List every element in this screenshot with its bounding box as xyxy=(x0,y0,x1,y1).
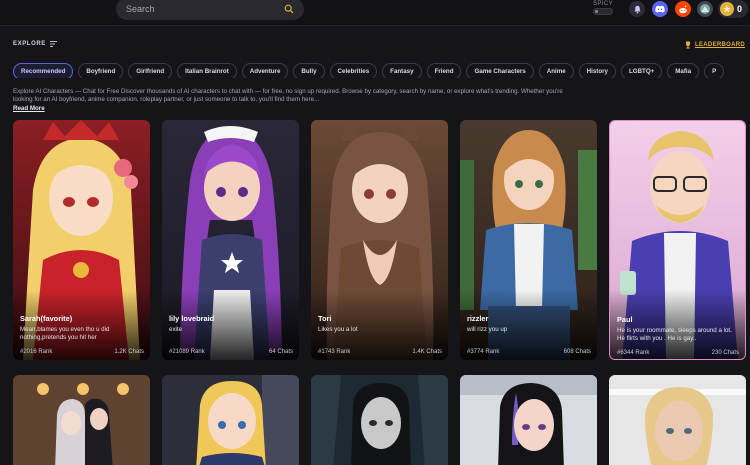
leaderboard-label: LEADERBOARD xyxy=(695,42,745,48)
character-portrait xyxy=(460,375,597,465)
category-chip[interactable]: Anime xyxy=(538,63,574,78)
coin-balance[interactable]: 0 xyxy=(718,0,748,18)
category-chip[interactable]: Girlfriend xyxy=(128,63,173,78)
card-rank: #6344 Rank xyxy=(617,350,650,356)
category-chip[interactable]: Italian Brainrot xyxy=(177,63,237,78)
character-portrait xyxy=(162,375,299,465)
card-name: lily lovebraid xyxy=(169,314,215,323)
character-portrait xyxy=(311,375,448,465)
coin-count: 0 xyxy=(737,4,743,14)
search-placeholder: Search xyxy=(126,4,155,14)
card-chats: 1.2K Chats xyxy=(114,349,144,355)
category-chip[interactable]: P xyxy=(704,63,725,78)
spicy-label: SPICY xyxy=(592,1,613,7)
character-card[interactable] xyxy=(13,375,150,465)
category-chip[interactable]: Adventure xyxy=(241,63,289,78)
character-card[interactable] xyxy=(460,375,597,465)
card-gradient xyxy=(610,289,745,359)
sort-icon[interactable] xyxy=(49,41,57,47)
card-chats: 608 Chats xyxy=(563,349,591,355)
discord-button[interactable] xyxy=(652,1,668,17)
character-card[interactable]: Tori Likes you a lot #1743 Rank 1.4K Cha… xyxy=(311,120,448,360)
character-card[interactable]: Paul He is your roommate, sleeps around … xyxy=(609,120,746,360)
card-description: exite xyxy=(169,326,183,333)
category-chips: Recommended Boyfriend Girlfriend Italian Br… xyxy=(13,60,750,78)
category-chip[interactable]: Friend xyxy=(426,63,462,78)
community-button[interactable] xyxy=(697,1,713,17)
category-chip[interactable]: Bully xyxy=(293,63,325,78)
character-card[interactable]: Sarah(favorite) Mean,blames you even tho… xyxy=(13,120,150,360)
notification-button[interactable] xyxy=(629,1,645,17)
spicy-toggle[interactable]: SPICY xyxy=(590,1,616,19)
character-portrait xyxy=(13,375,150,465)
spicy-switch[interactable] xyxy=(593,8,613,15)
category-chip[interactable]: Fantasy xyxy=(382,63,422,78)
search-icon[interactable] xyxy=(284,4,294,14)
coin-icon xyxy=(720,2,734,16)
card-description: He is your roommate, sleeps around a lot… xyxy=(617,327,732,342)
character-card[interactable]: rizzler will rizz you up #3774 Rank 608 … xyxy=(460,120,597,360)
card-name: Sarah(favorite) xyxy=(20,314,73,323)
category-chip[interactable]: Mafia xyxy=(667,63,700,78)
card-name: Tori xyxy=(318,314,332,323)
card-name: Paul xyxy=(617,315,633,324)
spicy-knob xyxy=(595,10,598,13)
notification-icon xyxy=(633,5,641,13)
category-chip[interactable]: Game Characters xyxy=(466,63,534,78)
card-description: will rizz you up xyxy=(467,326,508,333)
read-more-link[interactable]: Read More xyxy=(13,105,45,112)
discord-icon xyxy=(655,5,665,13)
category-chip[interactable]: Celebrities xyxy=(329,63,378,78)
category-chip[interactable]: Recommended xyxy=(13,63,74,78)
card-rank: #3774 Rank xyxy=(467,349,500,355)
explore-label: EXPLORE xyxy=(13,41,46,47)
card-description: Likes you a lot xyxy=(318,326,358,333)
leaderboard-link[interactable]: LEADERBOARD xyxy=(684,41,745,49)
top-bar: Search SPICY 0 xyxy=(0,0,750,26)
explore-header[interactable]: EXPLORE xyxy=(13,41,57,47)
card-description: Mean,blames you even tho u did nothing,p… xyxy=(20,326,110,341)
card-rank: #21089 Rank xyxy=(169,349,205,355)
search-input[interactable]: Search xyxy=(116,0,304,20)
character-portrait xyxy=(609,375,746,465)
card-chats: 230 Chats xyxy=(711,350,739,356)
card-name: rizzler xyxy=(467,314,489,323)
character-card[interactable] xyxy=(311,375,448,465)
reddit-icon xyxy=(679,5,687,13)
community-icon xyxy=(700,4,710,14)
character-card[interactable]: lily lovebraid exite #21089 Rank 64 Chat… xyxy=(162,120,299,360)
card-rank: #1743 Rank xyxy=(318,349,351,355)
card-chats: 64 Chats xyxy=(268,349,293,355)
card-chats: 1.4K Chats xyxy=(412,349,442,355)
character-card[interactable] xyxy=(162,375,299,465)
category-chip[interactable]: Boyfriend xyxy=(78,63,124,78)
card-rank: #2016 Rank xyxy=(20,349,53,355)
trophy-icon xyxy=(686,41,691,49)
character-card[interactable] xyxy=(609,375,746,465)
category-chip[interactable]: LGBTQ+ xyxy=(620,63,663,78)
explore-description: Explore AI Characters — Chat for Free Di… xyxy=(13,88,563,103)
category-chip[interactable]: History xyxy=(578,63,616,78)
reddit-button[interactable] xyxy=(675,1,691,17)
